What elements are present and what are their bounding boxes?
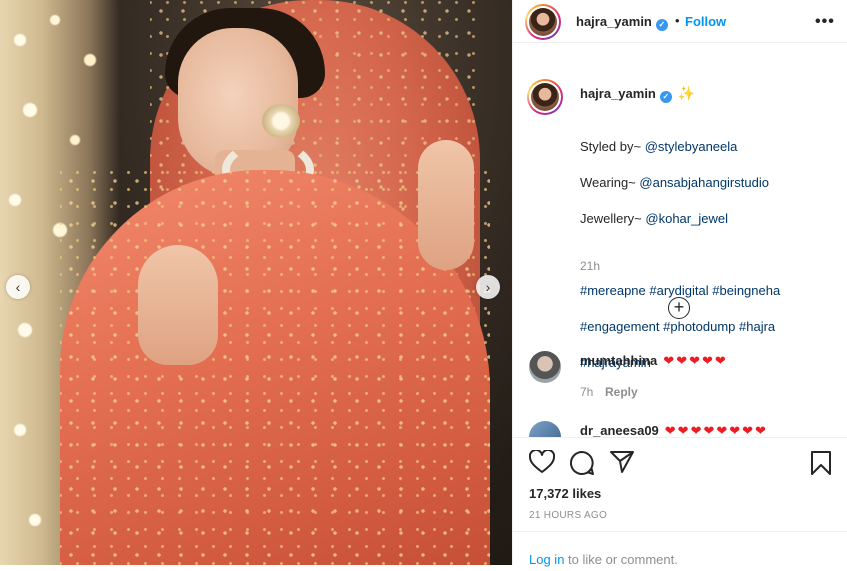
post-image[interactable]: ‹ ›	[0, 0, 512, 565]
chevron-left-icon[interactable]: ‹	[6, 275, 30, 299]
mention-link[interactable]: @kohar_jewel	[645, 211, 728, 226]
caption-line: Wearing~ @ansabjahangirstudio	[580, 174, 830, 192]
header-username-text[interactable]: hajra_yamin	[576, 14, 652, 29]
comment-time[interactable]: 7h	[580, 385, 593, 399]
mention-link[interactable]: @stylebyaneela	[645, 139, 738, 154]
comments-section[interactable]: hajra_yamin ✓ ✨ Styled by~ @stylebyaneela …	[513, 43, 847, 437]
more-icon[interactable]: •••	[815, 13, 835, 31]
caption-line-label: Wearing~	[580, 175, 640, 190]
comment-username[interactable]: mumtahhina	[580, 353, 657, 368]
comment-avatar[interactable]	[529, 351, 561, 383]
caption-username[interactable]: hajra_yamin ✓ ✨	[580, 85, 695, 103]
right-hand	[418, 140, 474, 270]
hashtag-line[interactable]: #mereapne #arydigital #beingneha	[580, 282, 830, 300]
mention-link[interactable]: @ansabjahangirstudio	[639, 175, 769, 190]
caption-avatar[interactable]	[527, 79, 563, 115]
avatar-photo	[531, 83, 559, 111]
caption-line: Jewellery~ @kohar_jewel	[580, 210, 830, 228]
caption-line: Styled by~ @stylebyaneela	[580, 138, 830, 156]
comment-item: mumtahhina ❤❤❤❤❤	[580, 353, 728, 369]
earring	[262, 104, 300, 138]
reply-button[interactable]: Reply	[605, 385, 638, 399]
post-side-panel: hajra_yamin ✓ • Follow ••• hajra_yamin ✓ ✨ …	[512, 0, 847, 567]
like-icon[interactable]	[528, 448, 556, 479]
comment-text: ❤❤❤❤❤	[663, 353, 728, 368]
caption-time[interactable]: 21h	[580, 259, 600, 273]
post-actions: 17,372 likes 21 HOURS AGO Log in to like…	[513, 437, 847, 567]
comment-avatar[interactable]	[529, 421, 561, 437]
post-timestamp[interactable]: 21 HOURS AGO	[529, 510, 607, 521]
avatar[interactable]	[525, 4, 561, 40]
share-icon[interactable]	[609, 450, 635, 479]
save-icon[interactable]	[810, 450, 832, 481]
likes-count[interactable]: 17,372 likes	[529, 486, 601, 501]
chevron-right-icon[interactable]: ›	[476, 275, 500, 299]
hashtag-line[interactable]: #engagement #photodump #hajra	[580, 318, 830, 336]
sparkles-emoji: ✨	[677, 85, 696, 101]
login-prompt: Log in to like or comment.	[513, 531, 847, 571]
separator-dot: •	[675, 13, 680, 28]
verified-icon: ✓	[655, 19, 668, 31]
header-username[interactable]: hajra_yamin ✓	[576, 14, 668, 31]
caption-text: Styled by~ @stylebyaneela Wearing~ @ansa…	[580, 120, 830, 390]
post-header: hajra_yamin ✓ • Follow •••	[513, 0, 847, 43]
comment-icon[interactable]	[569, 450, 595, 481]
left-hand	[138, 245, 218, 365]
comment-username[interactable]: dr_aneesa09	[580, 423, 659, 437]
caption-line-label: Jewellery~	[580, 211, 646, 226]
caption-username-text[interactable]: hajra_yamin	[580, 86, 656, 101]
follow-button[interactable]: Follow	[685, 14, 726, 29]
verified-icon: ✓	[659, 91, 672, 103]
plus-circle-icon[interactable]: +	[668, 297, 690, 319]
comment-text: ❤❤❤❤❤❤❤❤	[664, 423, 768, 437]
comment-item: dr_aneesa09 ❤❤❤❤❤❤❤❤	[580, 423, 768, 437]
caption-line-label: Styled by~	[580, 139, 645, 154]
avatar-photo	[529, 8, 557, 36]
